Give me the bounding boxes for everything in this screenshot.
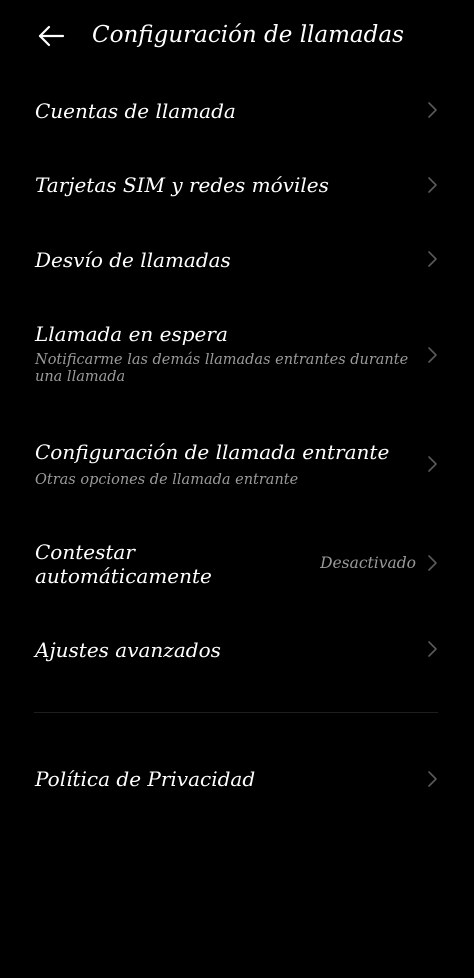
auto-answer-status: Desactivado	[320, 554, 416, 572]
menu-item-sim-networks[interactable]: Tarjetas SIM y redes móviles	[0, 154, 474, 216]
menu-item-auto-answer[interactable]: Contestar automáticamente Desactivado	[0, 525, 474, 605]
menu-item-label: Configuración de llamada entrante	[35, 440, 390, 464]
menu-item-label: Desvío de llamadas	[35, 248, 231, 272]
menu-item-call-forwarding[interactable]: Desvío de llamadas	[0, 228, 474, 290]
menu-item-call-accounts[interactable]: Cuentas de llamada	[0, 80, 474, 142]
chevron-right-icon	[426, 101, 438, 119]
chevron-right-icon	[426, 455, 438, 473]
menu-item-label: Tarjetas SIM y redes móviles	[35, 173, 329, 197]
page-title: Configuración de llamadas	[92, 22, 404, 48]
chevron-right-icon	[426, 176, 438, 194]
chevron-right-icon	[426, 554, 438, 572]
menu-item-label: Cuentas de llamada	[35, 99, 236, 123]
menu-item-privacy-policy[interactable]: Política de Privacidad	[0, 748, 474, 810]
menu-item-label: Política de Privacidad	[35, 767, 256, 791]
menu-item-incoming-call-settings[interactable]: Configuración de llamada entrante Otras …	[0, 420, 474, 510]
back-button[interactable]	[36, 22, 68, 50]
arrow-left-icon	[38, 25, 65, 47]
chevron-right-icon	[426, 250, 438, 268]
menu-item-subtitle: Otras opciones de llamada entrante	[35, 472, 299, 488]
section-divider	[34, 712, 438, 713]
chevron-right-icon	[426, 640, 438, 658]
chevron-right-icon	[426, 346, 438, 364]
menu-item-call-waiting[interactable]: Llamada en espera Notificarme las demás …	[0, 305, 474, 405]
menu-item-label: Llamada en espera	[35, 322, 228, 346]
menu-item-subtitle: Notificarme las demás llamadas entrantes…	[35, 352, 409, 385]
menu-item-advanced-settings[interactable]: Ajustes avanzados	[0, 618, 474, 680]
top-bar: Configuración de llamadas	[0, 0, 474, 72]
menu-item-label: Ajustes avanzados	[35, 638, 221, 662]
chevron-right-icon	[426, 770, 438, 788]
menu-item-label: Contestar automáticamente	[35, 540, 212, 588]
